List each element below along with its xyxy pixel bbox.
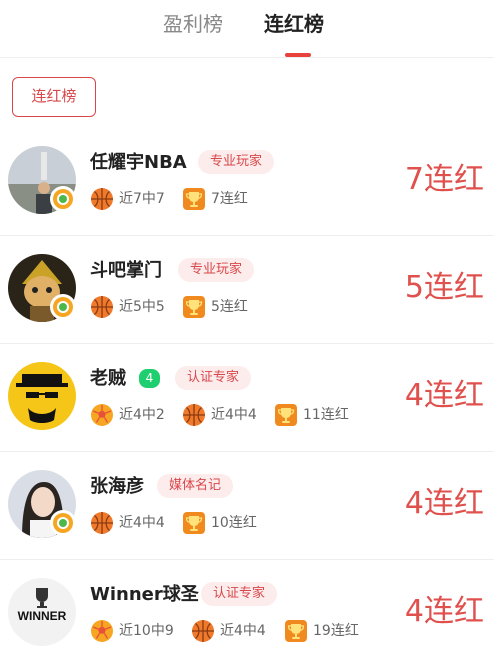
basketball-icon (182, 403, 206, 427)
expert-name[interactable]: 老贼 (90, 367, 126, 391)
active-tab-indicator (285, 53, 311, 57)
expert-list: 任耀宇NBA 专业玩家 近7中7 7连红 7连红 斗吧掌门 专业玩家 近5中5 … (0, 128, 494, 659)
trophy-icon (182, 187, 206, 211)
stat-text: 19连红 (313, 623, 359, 639)
basketball-icon (90, 187, 114, 211)
stat-text: 近10中9 (119, 623, 174, 639)
tab-streak-ranking[interactable]: 连红榜 (264, 10, 324, 38)
expert-name[interactable]: Winner球圣 (90, 583, 199, 607)
trophy-icon (284, 619, 308, 643)
stat-text: 近4中2 (119, 407, 165, 423)
expert-row[interactable]: 张海彦 媒体名记 近4中4 10连红 4连红 (0, 452, 494, 560)
basketball-icon (191, 619, 215, 643)
expert-row[interactable]: 斗吧掌门 专业玩家 近5中5 5连红 5连红 (0, 236, 494, 344)
trophy-icon (182, 511, 206, 535)
tab-bar: 盈利榜 连红榜 (0, 0, 494, 58)
expert-tag: 专业玩家 (198, 150, 275, 174)
verified-badge-icon (50, 294, 76, 320)
trophy-icon (274, 403, 298, 427)
stat-text: 5连红 (211, 299, 248, 315)
expert-tag: 认证专家 (175, 366, 252, 390)
avatar[interactable] (8, 362, 76, 430)
expert-name[interactable]: 任耀宇NBA (90, 151, 187, 175)
expert-tag: 媒体名记 (157, 474, 234, 498)
streak-count: 4连红 (404, 378, 484, 413)
stat-text: 近4中4 (119, 515, 165, 531)
expert-row[interactable]: 任耀宇NBA 专业玩家 近7中7 7连红 7连红 (0, 128, 494, 236)
rank-badge: 4 (139, 369, 160, 388)
verified-badge-icon (50, 186, 76, 212)
streak-filter-button[interactable]: 连红榜 (12, 77, 96, 117)
football-icon (90, 403, 114, 427)
trophy-icon (182, 295, 206, 319)
stat-text: 11连红 (303, 407, 349, 423)
expert-name[interactable]: 斗吧掌门 (90, 259, 162, 283)
streak-count: 5连红 (404, 270, 484, 305)
basketball-icon (90, 295, 114, 319)
expert-tag: 认证专家 (201, 582, 278, 606)
expert-row[interactable]: 老贼 4 认证专家 近4中2 近4中4 11连红 4连红 (0, 344, 494, 452)
expert-row[interactable]: WINNER Winner球圣 认证专家 近10中9 近4中4 19连红 4连红 (0, 560, 494, 659)
tab-profit-ranking[interactable]: 盈利榜 (163, 10, 223, 38)
stat-text: 10连红 (211, 515, 257, 531)
verified-badge-icon (50, 510, 76, 536)
stat-text: 近4中4 (220, 623, 266, 639)
streak-count: 7连红 (404, 162, 484, 197)
avatar[interactable]: WINNER (8, 578, 76, 646)
stat-text: 7连红 (211, 191, 248, 207)
expert-tag: 专业玩家 (178, 258, 255, 282)
football-icon (90, 619, 114, 643)
streak-count: 4连红 (404, 594, 484, 629)
basketball-icon (90, 511, 114, 535)
avatar-logo-text: WINNER (18, 609, 67, 623)
stat-text: 近7中7 (119, 191, 165, 207)
stat-text: 近5中5 (119, 299, 165, 315)
stat-text: 近4中4 (211, 407, 257, 423)
streak-count: 4连红 (404, 486, 484, 521)
expert-name[interactable]: 张海彦 (90, 475, 144, 499)
